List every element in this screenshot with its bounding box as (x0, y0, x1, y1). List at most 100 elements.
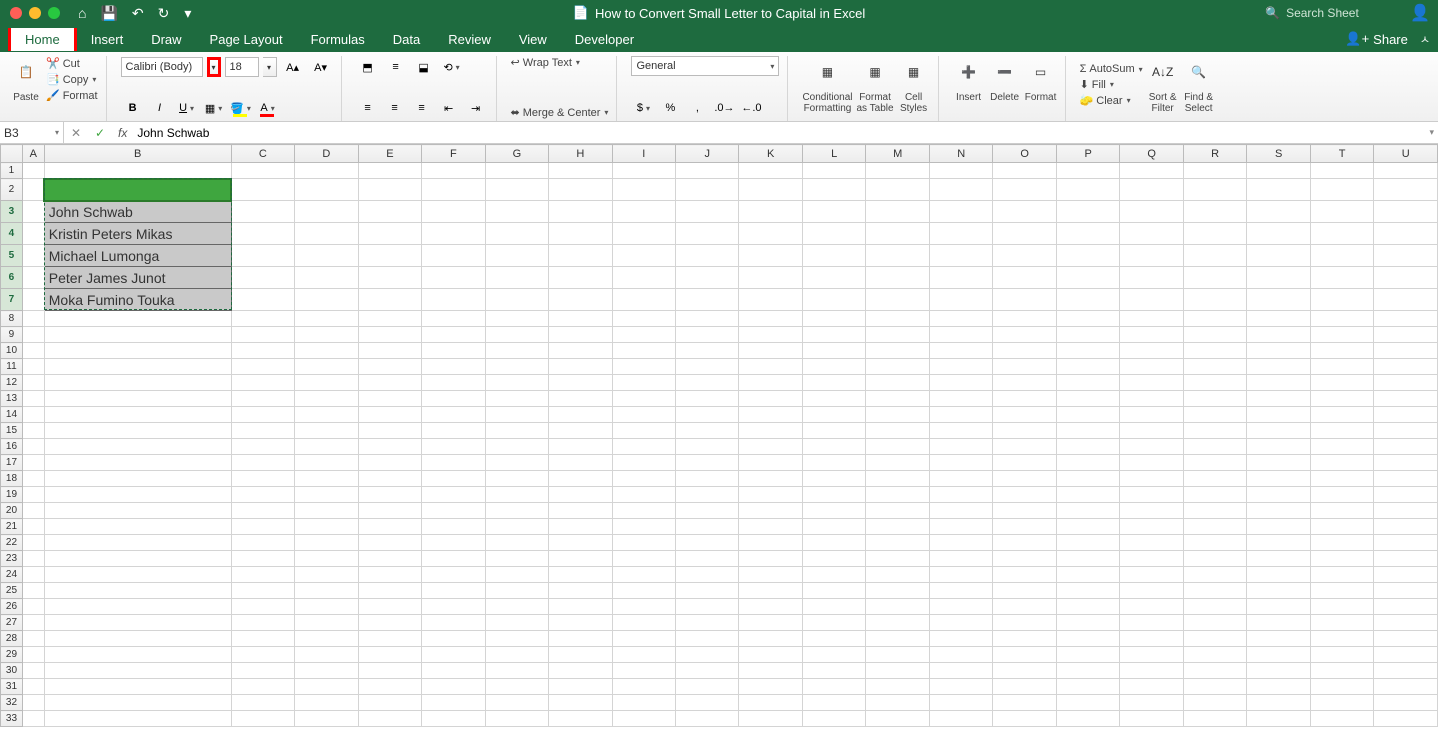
cell-S26[interactable] (1247, 599, 1310, 615)
row-header-5[interactable]: 5 (1, 245, 23, 267)
cell-G17[interactable] (485, 455, 549, 471)
tab-draw[interactable]: Draw (137, 28, 195, 51)
cell-G5[interactable] (485, 245, 549, 267)
cell-P22[interactable] (1056, 535, 1119, 551)
cell-M19[interactable] (866, 487, 930, 503)
cell-N12[interactable] (929, 375, 992, 391)
cell-S7[interactable] (1247, 289, 1310, 311)
cell-E4[interactable] (358, 223, 421, 245)
cell-T24[interactable] (1310, 567, 1373, 583)
cell-U22[interactable] (1374, 535, 1438, 551)
cell-N8[interactable] (929, 311, 992, 327)
cell-J6[interactable] (676, 267, 739, 289)
cell-J13[interactable] (676, 391, 739, 407)
cell-H18[interactable] (549, 471, 612, 487)
cell-H16[interactable] (549, 439, 612, 455)
sort-filter-button[interactable]: A↓ZSort & Filter (1147, 56, 1179, 114)
column-header-B[interactable]: B (44, 145, 231, 163)
cell-R22[interactable] (1183, 535, 1246, 551)
cell-M4[interactable] (866, 223, 930, 245)
cell-G18[interactable] (485, 471, 549, 487)
decrease-indent-icon[interactable]: ⇤ (437, 97, 461, 119)
cell-F11[interactable] (422, 359, 485, 375)
font-name-dropdown-icon[interactable]: ▾ (207, 57, 221, 77)
cell-C5[interactable] (231, 245, 294, 267)
cell-G3[interactable] (485, 201, 549, 223)
cell-T31[interactable] (1310, 679, 1373, 695)
cell-T17[interactable] (1310, 455, 1373, 471)
cell-L28[interactable] (802, 631, 865, 647)
search-input[interactable] (1286, 6, 1396, 20)
row-header-9[interactable]: 9 (1, 327, 23, 343)
cell-G21[interactable] (485, 519, 549, 535)
cell-D27[interactable] (295, 615, 358, 631)
cell-H24[interactable] (549, 567, 612, 583)
cell-M22[interactable] (866, 535, 930, 551)
cell-U9[interactable] (1374, 327, 1438, 343)
cell-F30[interactable] (422, 663, 485, 679)
cell-R29[interactable] (1183, 647, 1246, 663)
cell-B13[interactable] (44, 391, 231, 407)
cell-F29[interactable] (422, 647, 485, 663)
cell-S6[interactable] (1247, 267, 1310, 289)
cell-T21[interactable] (1310, 519, 1373, 535)
cell-K25[interactable] (739, 583, 802, 599)
cell-A10[interactable] (22, 343, 44, 359)
cell-K9[interactable] (739, 327, 802, 343)
cell-P13[interactable] (1056, 391, 1119, 407)
cell-Q33[interactable] (1120, 711, 1184, 727)
cell-C10[interactable] (231, 343, 294, 359)
cell-N27[interactable] (929, 615, 992, 631)
cell-H17[interactable] (549, 455, 612, 471)
cell-H7[interactable] (549, 289, 612, 311)
insert-cells-button[interactable]: ➕Insert (953, 56, 985, 103)
cell-D26[interactable] (295, 599, 358, 615)
cell-M11[interactable] (866, 359, 930, 375)
cell-N30[interactable] (929, 663, 992, 679)
cell-G2[interactable] (485, 179, 549, 201)
undo-icon[interactable]: ↶ (132, 5, 144, 22)
cell-I33[interactable] (612, 711, 675, 727)
cell-F33[interactable] (422, 711, 485, 727)
cell-R8[interactable] (1183, 311, 1246, 327)
cell-M28[interactable] (866, 631, 930, 647)
cell-A32[interactable] (22, 695, 44, 711)
cell-M25[interactable] (866, 583, 930, 599)
cell-D18[interactable] (295, 471, 358, 487)
cell-H23[interactable] (549, 551, 612, 567)
cell-Q10[interactable] (1120, 343, 1184, 359)
cell-J7[interactable] (676, 289, 739, 311)
cell-U15[interactable] (1374, 423, 1438, 439)
cell-H6[interactable] (549, 267, 612, 289)
cell-D30[interactable] (295, 663, 358, 679)
align-bottom-icon[interactable]: ⬓ (412, 56, 436, 78)
cell-T20[interactable] (1310, 503, 1373, 519)
cell-P14[interactable] (1056, 407, 1119, 423)
cell-O15[interactable] (993, 423, 1057, 439)
cell-O9[interactable] (993, 327, 1057, 343)
cell-E6[interactable] (358, 267, 421, 289)
formula-input[interactable] (133, 126, 1438, 140)
cell-T1[interactable] (1310, 163, 1373, 179)
cell-L13[interactable] (802, 391, 865, 407)
cell-K11[interactable] (739, 359, 802, 375)
cell-D16[interactable] (295, 439, 358, 455)
cell-C27[interactable] (231, 615, 294, 631)
cell-D24[interactable] (295, 567, 358, 583)
cell-D12[interactable] (295, 375, 358, 391)
cell-D3[interactable] (295, 201, 358, 223)
cell-Q25[interactable] (1120, 583, 1184, 599)
column-header-D[interactable]: D (295, 145, 358, 163)
cell-D14[interactable] (295, 407, 358, 423)
cell-Q29[interactable] (1120, 647, 1184, 663)
cell-O19[interactable] (993, 487, 1057, 503)
cell-M17[interactable] (866, 455, 930, 471)
cell-C20[interactable] (231, 503, 294, 519)
cell-D8[interactable] (295, 311, 358, 327)
cell-K5[interactable] (739, 245, 802, 267)
cell-S11[interactable] (1247, 359, 1310, 375)
search-sheet[interactable]: 🔍 (1261, 4, 1400, 22)
cell-A23[interactable] (22, 551, 44, 567)
cell-B24[interactable] (44, 567, 231, 583)
cell-L9[interactable] (802, 327, 865, 343)
